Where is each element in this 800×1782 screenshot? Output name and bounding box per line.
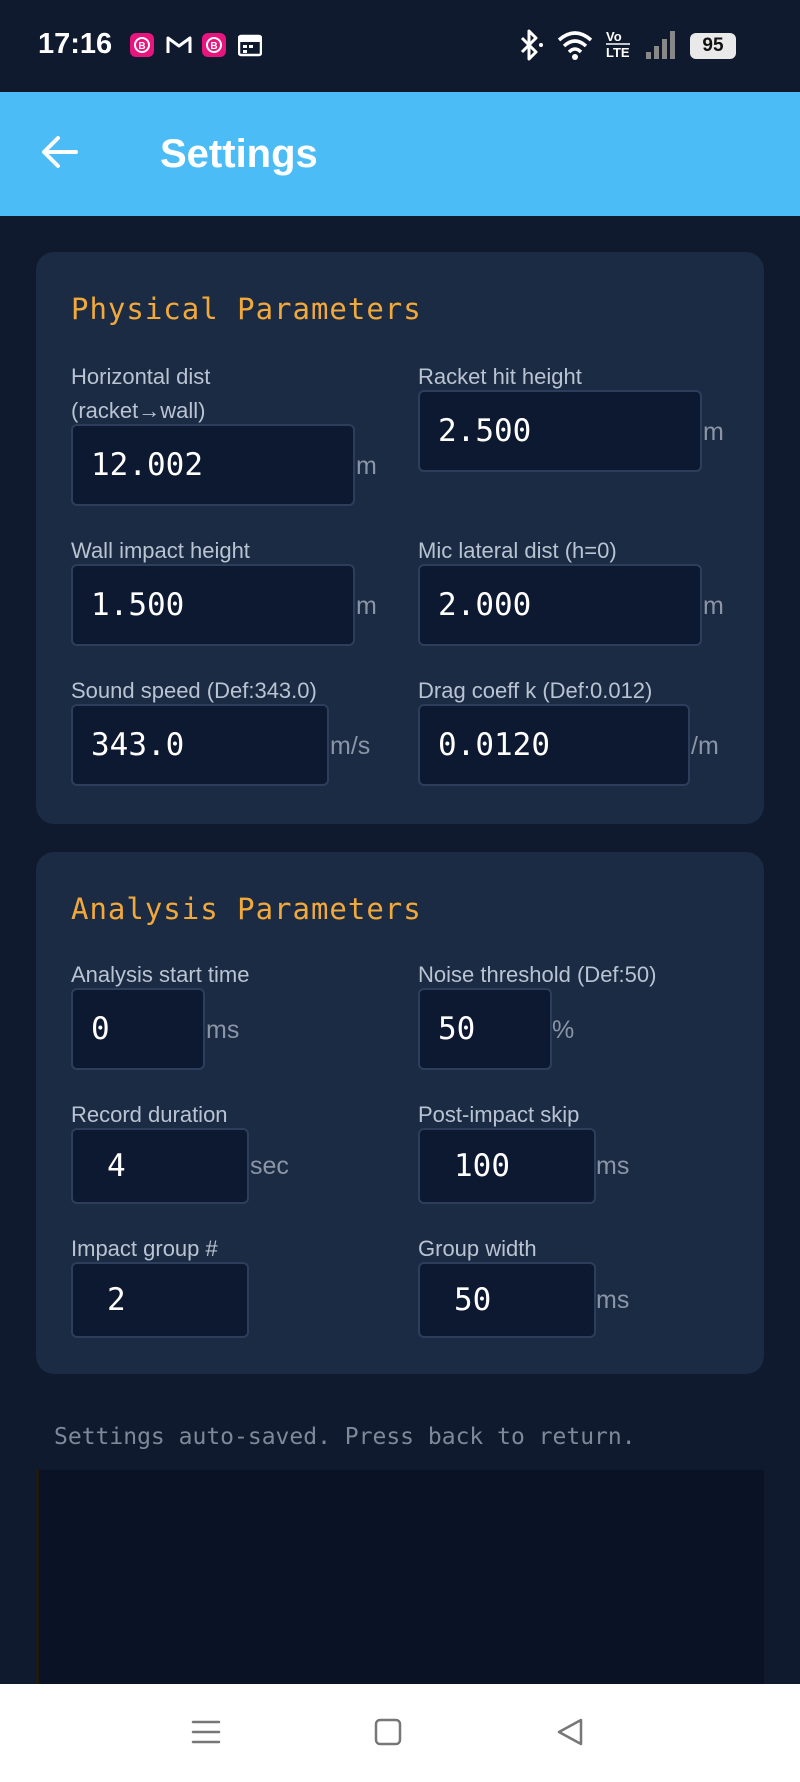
svg-text:Vo: Vo <box>606 29 622 44</box>
unit-label: ms <box>596 1286 630 1314</box>
horizontal-dist-input[interactable] <box>71 424 355 506</box>
post-impact-skip-input[interactable] <box>418 1128 596 1204</box>
bluetooth-icon <box>516 28 546 67</box>
post-impact-skip-label: Post-impact skip <box>418 1102 580 1127</box>
physical-parameters-card: Physical Parameters Horizontal dist (rac… <box>36 252 764 824</box>
noise-threshold-input[interactable] <box>418 988 552 1070</box>
app-bar: Settings <box>0 92 800 216</box>
horizontal-dist-label: Horizontal dist (racket→wall) <box>71 364 211 423</box>
menu-button[interactable] <box>182 1710 230 1758</box>
app-notification-icon: B <box>130 33 154 57</box>
unit-label: m <box>703 592 724 620</box>
record-duration-input[interactable] <box>71 1128 249 1204</box>
noise-threshold-label: Noise threshold (Def:50) <box>418 962 657 987</box>
racket-hit-height-input[interactable] <box>418 390 702 472</box>
svg-text:LTE: LTE <box>606 45 630 60</box>
svg-text:B: B <box>138 41 145 52</box>
section-title: Physical Parameters <box>71 292 422 326</box>
triangle-back-icon <box>555 1717 585 1752</box>
unit-label: m <box>703 418 724 446</box>
wall-impact-height-input[interactable] <box>71 564 355 646</box>
status-time: 17:16 <box>38 28 113 60</box>
battery-icon: 95 <box>690 33 736 59</box>
unit-label: % <box>552 1016 575 1044</box>
impact-group-input[interactable] <box>71 1262 249 1338</box>
sound-speed-label: Sound speed (Def:343.0) <box>71 678 317 703</box>
group-width-label: Group width <box>418 1236 537 1261</box>
unit-label: ms <box>596 1152 630 1180</box>
section-title: Analysis Parameters <box>71 892 422 926</box>
square-icon <box>373 1717 403 1752</box>
signal-icon <box>644 28 678 67</box>
page-title: Settings <box>160 132 318 176</box>
drag-coeff-label: Drag coeff k (Def:0.012) <box>418 678 653 703</box>
unit-label: /m <box>691 732 719 760</box>
racket-hit-height-label: Racket hit height <box>418 364 582 389</box>
wifi-icon <box>556 28 594 67</box>
system-back-button[interactable] <box>546 1710 594 1758</box>
home-button[interactable] <box>364 1710 412 1758</box>
volte-icon: Vo LTE <box>604 28 634 67</box>
unit-label: m/s <box>330 732 371 760</box>
unit-label: ms <box>206 1016 240 1044</box>
app-notification-icon: B <box>202 33 226 57</box>
analysis-parameters-card: Analysis Parameters Analysis start time … <box>36 852 764 1374</box>
auto-saved-note: Settings auto-saved. Press back to retur… <box>54 1424 636 1450</box>
record-duration-label: Record duration <box>71 1102 228 1127</box>
wall-impact-height-label: Wall impact height <box>71 538 250 563</box>
drag-coeff-input[interactable] <box>418 704 690 786</box>
status-bar: 17:16 B B Vo LTE 95 <box>0 0 800 92</box>
arrow-left-icon <box>40 135 80 174</box>
analysis-start-time-input[interactable] <box>71 988 205 1070</box>
back-button[interactable] <box>28 122 92 186</box>
mic-lateral-dist-input[interactable] <box>418 564 702 646</box>
unit-label: sec <box>250 1152 289 1180</box>
impact-group-label: Impact group # <box>71 1236 218 1261</box>
unit-label: m <box>356 452 377 480</box>
sound-speed-input[interactable] <box>71 704 329 786</box>
unit-label: m <box>356 592 377 620</box>
system-nav-bar <box>0 1684 800 1782</box>
mic-lateral-dist-label: Mic lateral dist (h=0) <box>418 538 617 563</box>
gmail-icon <box>166 33 192 57</box>
menu-icon <box>191 1718 221 1751</box>
group-width-input[interactable] <box>418 1262 596 1338</box>
output-panel <box>36 1470 764 1684</box>
svg-text:B: B <box>210 41 217 52</box>
calendar-icon <box>237 33 263 57</box>
analysis-start-time-label: Analysis start time <box>71 962 250 987</box>
